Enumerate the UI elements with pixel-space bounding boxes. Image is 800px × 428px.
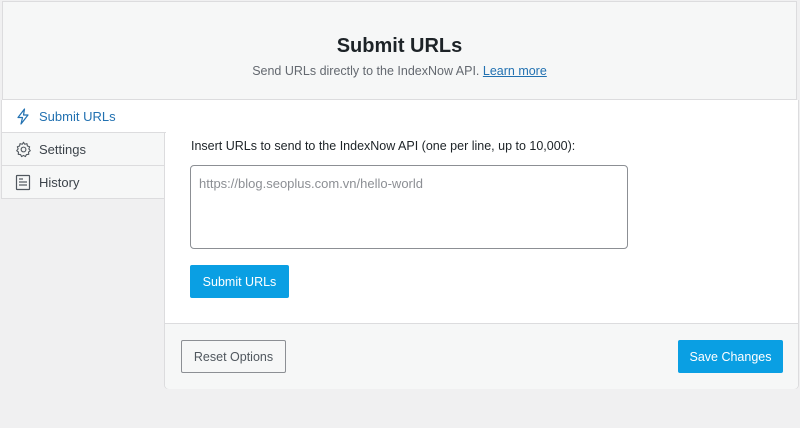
tab-history[interactable]: History (1, 166, 165, 199)
panel-footer: Reset Options Save Changes (165, 323, 798, 389)
save-changes-button[interactable]: Save Changes (678, 340, 783, 373)
bolt-icon (14, 107, 32, 125)
tab-list: Submit URLs Settings History (1, 100, 166, 199)
page-header: Submit URLs Send URLs directly to the In… (2, 1, 797, 100)
page-title: Submit URLs (336, 35, 463, 57)
submit-urls-button[interactable]: Submit URLs (190, 265, 289, 298)
reset-options-button[interactable]: Reset Options (181, 340, 286, 373)
tab-label: Submit URLs (39, 108, 116, 124)
tab-submit-urls[interactable]: Submit URLs (1, 100, 166, 133)
tab-label: History (39, 174, 80, 190)
submit-panel: Insert URLs to send to the IndexNow API … (164, 100, 799, 389)
tab-settings[interactable]: Settings (1, 133, 165, 166)
urls-instruction-label: Insert URLs to send to the IndexNow API … (191, 139, 576, 153)
page-subtitle: Send URLs directly to the IndexNow API. … (3, 64, 796, 78)
subtitle-text: Send URLs directly to the IndexNow API. (252, 64, 480, 78)
tab-label: Settings (39, 141, 86, 157)
gear-icon (14, 140, 32, 158)
document-icon (14, 173, 32, 191)
urls-textarea[interactable] (190, 165, 628, 249)
learn-more-link[interactable]: Learn more (483, 64, 547, 78)
